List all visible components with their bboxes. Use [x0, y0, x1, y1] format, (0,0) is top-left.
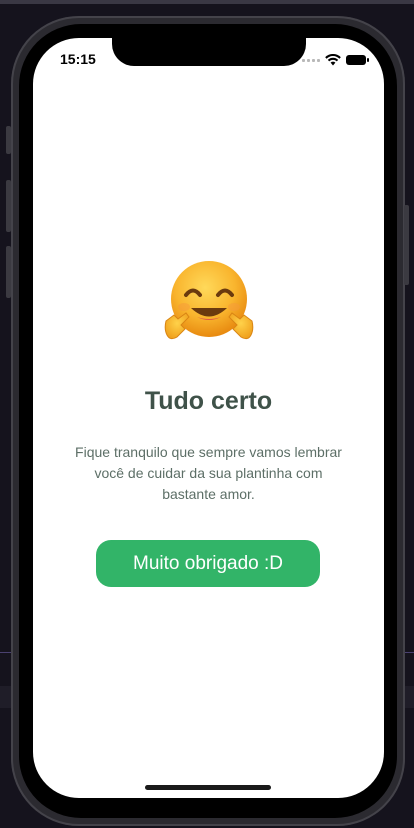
app-screen: 15:15 Tudo certo Fique tranquilo que sem…	[33, 38, 384, 798]
battery-icon	[346, 55, 369, 65]
hugging-face-icon	[164, 261, 254, 340]
status-time: 15:15	[60, 51, 96, 67]
volume-up-button	[6, 180, 11, 232]
simulator-window: 15:15 Tudo certo Fique tranquilo que sem…	[0, 0, 414, 828]
signal-icon	[302, 58, 320, 62]
editor-top-bar	[0, 0, 414, 4]
page-title: Tudo certo	[144, 387, 273, 415]
page-subtitle: Fique tranquilo que sempre vamos lembrar…	[75, 444, 342, 502]
power-button	[404, 205, 409, 285]
thank-you-button[interactable]: Muito obrigado :D	[96, 540, 320, 587]
volume-down-button	[6, 246, 11, 298]
home-indicator[interactable]	[145, 785, 271, 790]
status-icons	[302, 54, 369, 66]
wifi-icon	[325, 54, 341, 66]
mute-switch	[6, 126, 11, 154]
notch	[112, 38, 306, 66]
